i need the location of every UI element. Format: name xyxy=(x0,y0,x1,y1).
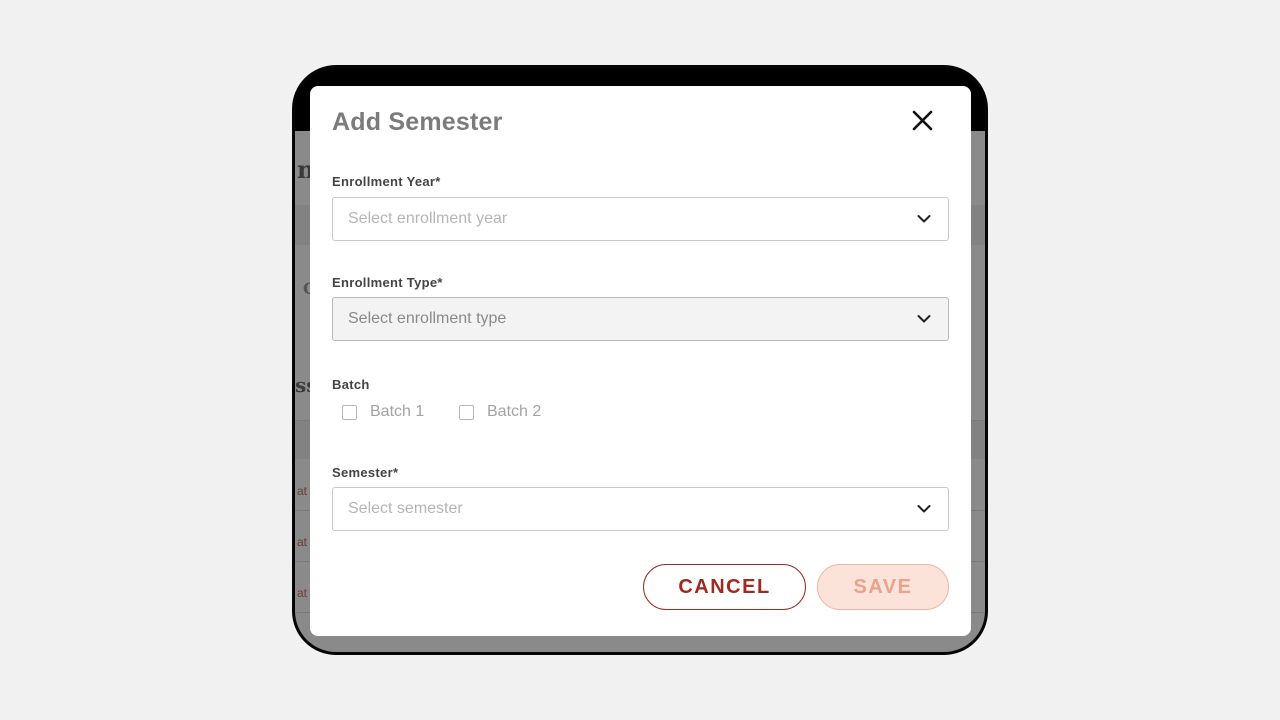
batch-label: Batch xyxy=(332,377,370,392)
semester-placeholder: Select semester xyxy=(348,500,463,517)
background-link-fragment: at xyxy=(297,586,308,600)
enrollment-year-label: Enrollment Year* xyxy=(332,174,441,189)
enrollment-year-placeholder: Select enrollment year xyxy=(348,210,508,227)
close-button[interactable] xyxy=(908,106,938,136)
batch-2-label[interactable]: Batch 2 xyxy=(487,403,541,421)
semester-label: Semester* xyxy=(332,465,399,480)
add-semester-modal: Add Semester Enrollment Year* Select enr… xyxy=(310,86,971,636)
enrollment-type-label: Enrollment Type* xyxy=(332,275,443,290)
enrollment-year-select[interactable]: Select enrollment year xyxy=(332,197,949,241)
save-button[interactable]: SAVE xyxy=(817,564,949,610)
cancel-button[interactable]: CANCEL xyxy=(643,564,806,610)
batch-1-label[interactable]: Batch 1 xyxy=(370,403,424,421)
semester-select[interactable]: Select semester xyxy=(332,487,949,531)
batch-2-checkbox[interactable] xyxy=(459,405,474,420)
batch-1-checkbox[interactable] xyxy=(342,405,357,420)
background-link-fragment: at xyxy=(297,484,308,498)
background-link-fragment: at xyxy=(297,535,308,549)
chevron-down-icon xyxy=(917,215,931,223)
close-icon xyxy=(912,110,933,131)
modal-title: Add Semester xyxy=(332,108,503,136)
enrollment-type-placeholder: Select enrollment type xyxy=(348,310,507,327)
chevron-down-icon xyxy=(917,505,931,513)
chevron-down-icon xyxy=(917,315,931,323)
enrollment-type-select[interactable]: Select enrollment type xyxy=(332,297,949,341)
